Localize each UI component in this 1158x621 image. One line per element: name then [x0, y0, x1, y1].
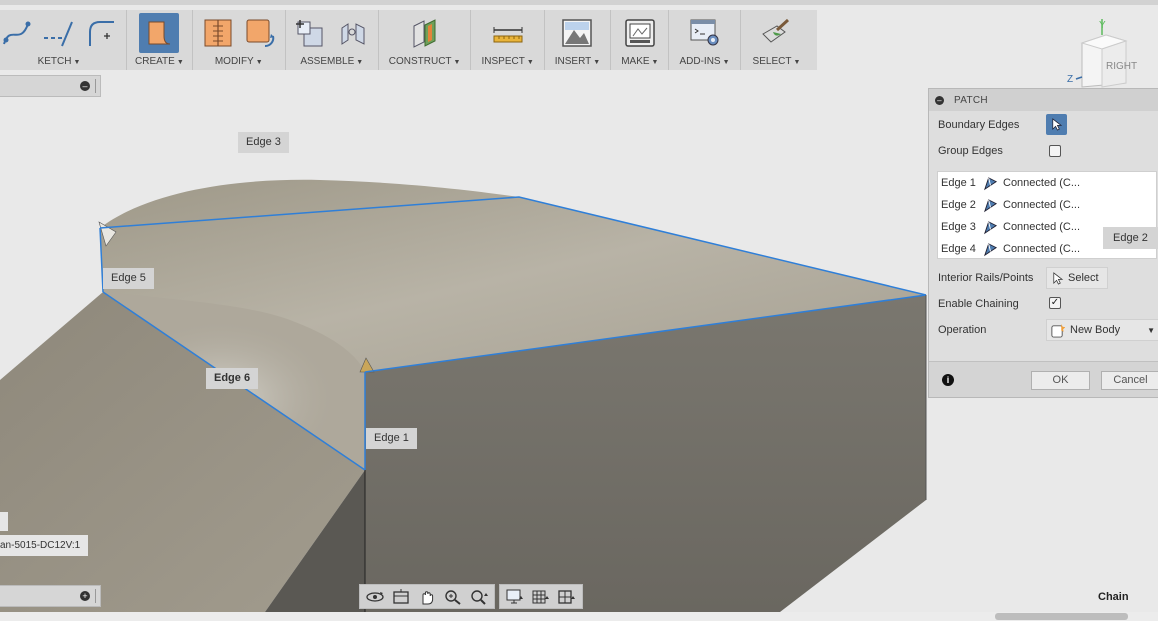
component-label[interactable]: an-5015-DC12V:1: [0, 535, 89, 556]
info-icon[interactable]: i: [942, 374, 954, 386]
scripts-icon[interactable]: [688, 16, 722, 50]
ok-button[interactable]: OK: [1031, 371, 1090, 390]
view-cube[interactable]: RIGHT Y Z: [1062, 15, 1158, 90]
edge-1-label: Edge 1: [366, 428, 417, 449]
enable-chaining-label: Enable Chaining: [938, 298, 1019, 310]
toolbar-group-add-ins[interactable]: ADD-INS ▼: [669, 10, 741, 70]
cancel-button[interactable]: Cancel: [1101, 371, 1158, 390]
patch-surface-icon[interactable]: [139, 13, 180, 53]
edge-3-label: Edge 3: [238, 132, 289, 153]
toolbar-group-modify[interactable]: MODIFY ▼: [193, 10, 286, 70]
toolbar-group-select[interactable]: SELECT ▼: [741, 10, 813, 70]
new-body-icon: [1051, 323, 1065, 338]
expand-icon[interactable]: +: [80, 591, 90, 601]
offset-plane-icon[interactable]: [408, 16, 442, 50]
fit-zoom-icon[interactable]: [467, 586, 491, 607]
toolbar-group-create[interactable]: CREATE ▼: [127, 10, 193, 70]
toolbar-group-construct[interactable]: CONSTRUCT ▼: [379, 10, 472, 70]
select-brush-icon[interactable]: [759, 16, 793, 50]
toolbar-group-assemble[interactable]: ASSEMBLE ▼: [286, 10, 379, 70]
display-tools: [499, 584, 583, 609]
fillet-sketch-icon[interactable]: [84, 16, 118, 50]
display-settings-icon[interactable]: [503, 586, 527, 607]
navigation-bar: [359, 584, 583, 609]
boundary-edges-select-button[interactable]: [1046, 114, 1067, 135]
comments-panel-bar[interactable]: +: [0, 585, 101, 607]
view-cube-z-axis: Z: [1067, 74, 1073, 85]
new-component-icon[interactable]: [294, 16, 328, 50]
3d-viewport[interactable]: [0, 70, 927, 612]
patch-dialog-header[interactable]: – PATCH: [929, 89, 1158, 111]
chevron-down-icon: ▼: [1147, 325, 1155, 335]
orbit-icon[interactable]: [363, 586, 387, 607]
grid-settings-icon[interactable]: [529, 586, 553, 607]
replace-face-icon[interactable]: [243, 16, 277, 50]
toolbar-group-make[interactable]: MAKE ▼: [611, 10, 670, 70]
interior-rails-select-button[interactable]: Select: [1046, 267, 1108, 289]
toolbar-label-insert: INSERT ▼: [554, 56, 601, 67]
toolbar-label-sketch: KETCH ▼: [37, 56, 81, 67]
collapse-dialog-icon[interactable]: –: [935, 95, 944, 105]
split-body-icon[interactable]: [201, 16, 235, 50]
main-toolbar: KETCH ▼ CREATE ▼ MODIFY ▼ ASSEMBLE ▼ CON…: [0, 10, 817, 70]
list-item[interactable]: Edge 2 Connected (C...: [938, 194, 1156, 216]
construction-line-icon[interactable]: [42, 16, 76, 50]
toolbar-group-sketch[interactable]: KETCH ▼: [0, 10, 127, 70]
insert-image-icon[interactable]: [560, 16, 594, 50]
pan-icon[interactable]: [415, 586, 439, 607]
zoom-icon[interactable]: [441, 586, 465, 607]
3d-print-icon[interactable]: [623, 16, 657, 50]
cursor-arrow-icon: [1052, 118, 1063, 131]
joint-icon[interactable]: [336, 16, 370, 50]
viewports-icon[interactable]: [555, 586, 579, 607]
toolbar-label-create: CREATE ▼: [135, 56, 184, 67]
edge-2-label: Edge 2: [1103, 227, 1158, 249]
enable-chaining-checkbox[interactable]: ✓: [1049, 297, 1061, 309]
connected-edge-icon: [983, 220, 998, 234]
toolbar-label-modify: MODIFY ▼: [214, 56, 263, 67]
toolbar-label-make: MAKE ▼: [621, 56, 659, 67]
scrollbar-thumb[interactable]: [995, 613, 1128, 620]
list-item[interactable]: Edge 1 Connected (C...: [938, 172, 1156, 194]
dialog-footer: i OK Cancel: [929, 361, 1158, 397]
edge-6-label: Edge 6: [206, 368, 259, 389]
look-at-icon[interactable]: [389, 586, 413, 607]
view-cube-y-axis: Y: [1099, 20, 1106, 31]
patch-dialog-title: PATCH: [954, 94, 988, 106]
group-edges-checkbox[interactable]: [1049, 145, 1061, 157]
spline-icon[interactable]: [0, 16, 34, 50]
chain-status-label: Chain: [1098, 591, 1129, 603]
horizontal-scrollbar[interactable]: [0, 612, 1158, 621]
toolbar-group-insert[interactable]: INSERT ▼: [545, 10, 612, 70]
toolbar-label-assemble: ASSEMBLE ▼: [300, 56, 364, 67]
toolbar-label-construct: CONSTRUCT ▼: [388, 56, 461, 67]
operation-dropdown[interactable]: New Body ▼: [1046, 319, 1158, 341]
view-cube-face-label: RIGHT: [1106, 61, 1137, 72]
toolbar-label-add-ins: ADD-INS ▼: [679, 56, 730, 67]
toolbar-label-select: SELECT ▼: [752, 56, 801, 67]
connected-edge-icon: [983, 198, 998, 212]
toolbar-label-inspect: INSPECT ▼: [481, 56, 534, 67]
interior-rails-label: Interior Rails/Points: [938, 272, 1034, 284]
navigation-tools: [359, 584, 495, 609]
boundary-edges-label: Boundary Edges: [938, 119, 1020, 131]
cursor-arrow-icon: [1053, 271, 1064, 285]
connected-edge-icon: [983, 242, 998, 256]
component-marker: [0, 512, 8, 531]
edge-5-label: Edge 5: [103, 268, 154, 289]
measure-icon[interactable]: [491, 16, 525, 50]
connected-edge-icon: [983, 176, 998, 190]
operation-label: Operation: [938, 324, 987, 336]
toolbar-group-inspect[interactable]: INSPECT ▼: [471, 10, 545, 70]
top-border: [0, 0, 1158, 5]
group-edges-label: Group Edges: [938, 145, 1003, 157]
